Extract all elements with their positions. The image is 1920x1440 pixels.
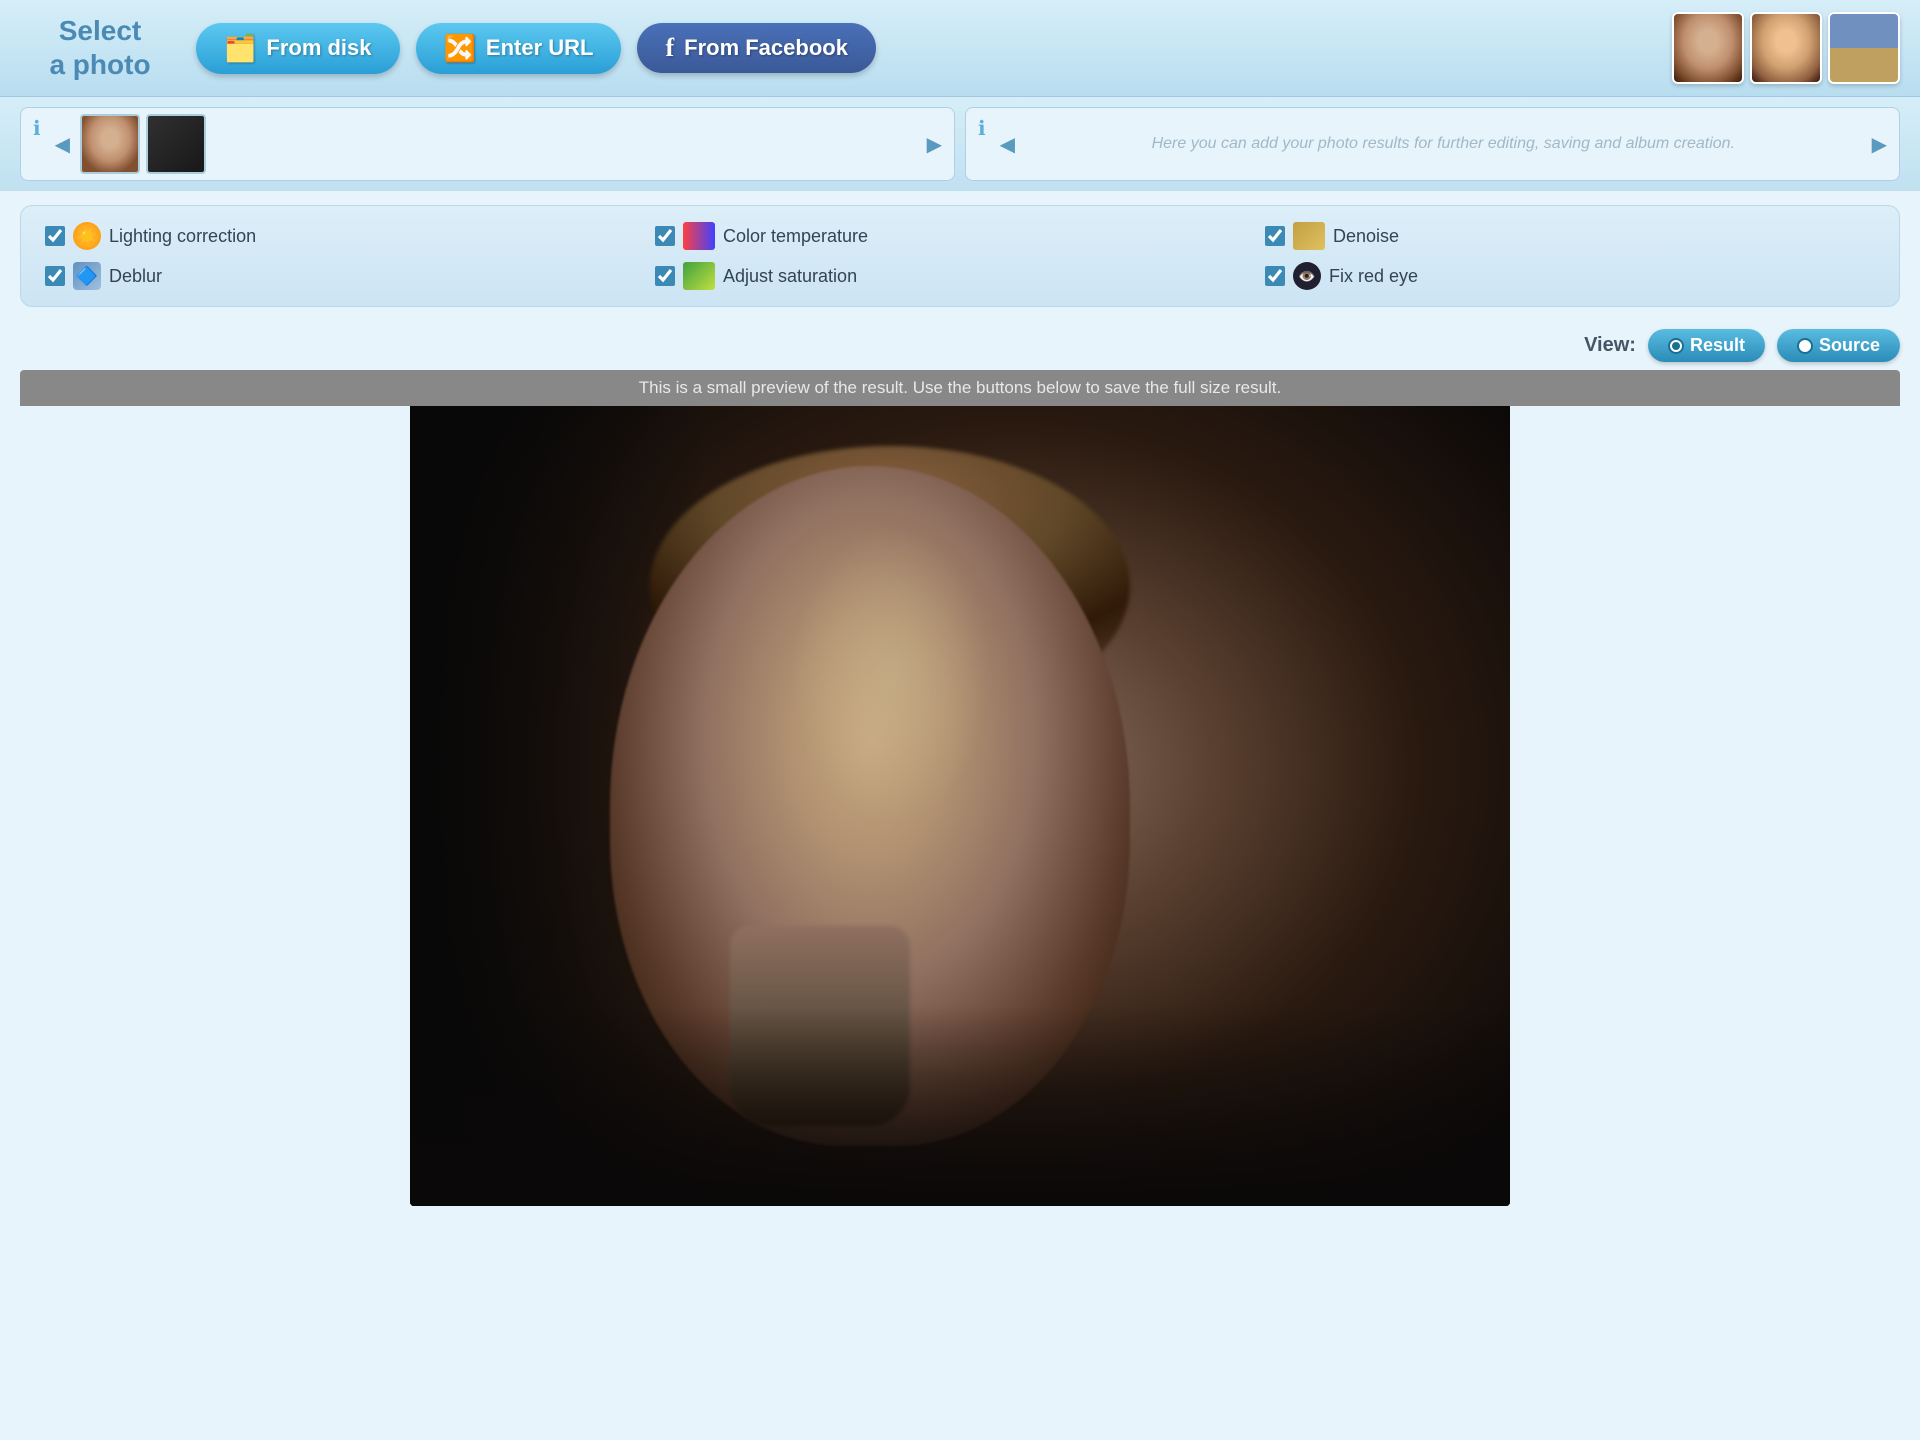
panels-row: ℹ ◀ ▶ ℹ ◀ Here you can add your photo re…	[0, 97, 1920, 191]
filter-lighting-checkbox[interactable]	[45, 226, 65, 246]
filter-redeye-label: Fix red eye	[1329, 266, 1418, 287]
filter-denoise-checkbox[interactable]	[1265, 226, 1285, 246]
source-next-button[interactable]: ▶	[923, 128, 946, 161]
source-info-icon: ℹ	[29, 114, 45, 143]
sample-thumb-man[interactable]	[1750, 12, 1822, 84]
filter-lighting-label: Lighting correction	[109, 226, 256, 247]
filter-denoise-label: Denoise	[1333, 226, 1399, 247]
filter-deblur-checkbox[interactable]	[45, 266, 65, 286]
filter-denoise: Denoise	[1265, 222, 1875, 250]
filters-section: ☀️ Lighting correction Color temperature…	[20, 205, 1900, 307]
source-thumb-2[interactable]	[146, 114, 206, 174]
from-disk-label: From disk	[266, 35, 371, 61]
from-facebook-label: From Facebook	[684, 35, 848, 61]
select-line1: Select	[59, 15, 142, 46]
view-result-label: Result	[1690, 335, 1745, 356]
view-source-button[interactable]: Source	[1777, 329, 1900, 362]
filter-deblur-label: Deblur	[109, 266, 162, 287]
filter-lighting: ☀️ Lighting correction	[45, 222, 655, 250]
select-photo-label: Select a photo	[20, 14, 180, 81]
sample-thumbnails	[1672, 12, 1900, 84]
redeye-icon: 👁️	[1293, 262, 1321, 290]
source-thumb-1[interactable]	[80, 114, 140, 174]
result-radio-inner	[1672, 342, 1680, 350]
sample-thumb-boat[interactable]	[1828, 12, 1900, 84]
view-result-button[interactable]: Result	[1648, 329, 1765, 362]
denoise-icon	[1293, 222, 1325, 250]
filter-deblur: 🔷 Deblur	[45, 262, 655, 290]
saturation-icon	[683, 262, 715, 290]
filter-redeye-checkbox[interactable]	[1265, 266, 1285, 286]
select-line2: a photo	[49, 49, 150, 80]
result-radio-dot	[1668, 338, 1684, 354]
preview-image	[410, 406, 1510, 1206]
color-temp-icon	[683, 222, 715, 250]
filter-saturation: Adjust saturation	[655, 262, 1265, 290]
url-icon: 🔀	[444, 33, 476, 64]
results-next-button[interactable]: ▶	[1868, 128, 1891, 161]
results-info-icon: ℹ	[974, 114, 990, 143]
enter-url-button[interactable]: 🔀 Enter URL	[416, 23, 622, 74]
portrait-highlight	[790, 526, 990, 826]
top-bar: Select a photo 🗂️ From disk 🔀 Enter URL …	[0, 0, 1920, 97]
facebook-icon: f	[665, 33, 674, 63]
disk-icon: 🗂️	[224, 33, 256, 64]
deblur-icon: 🔷	[73, 262, 101, 290]
from-facebook-button[interactable]: f From Facebook	[637, 23, 875, 73]
filter-color-temp-label: Color temperature	[723, 226, 868, 247]
source-thumbs	[80, 114, 917, 174]
filter-saturation-checkbox[interactable]	[655, 266, 675, 286]
sample-thumb-woman[interactable]	[1672, 12, 1744, 84]
results-panel: ℹ ◀ Here you can add your photo results …	[965, 107, 1900, 181]
filter-color-temp: Color temperature	[655, 222, 1265, 250]
preview-notice: This is a small preview of the result. U…	[20, 370, 1900, 406]
lighting-icon: ☀️	[73, 222, 101, 250]
source-prev-button[interactable]: ◀	[51, 128, 74, 161]
filter-color-temp-checkbox[interactable]	[655, 226, 675, 246]
view-source-label: Source	[1819, 335, 1880, 356]
source-radio-dot	[1797, 338, 1813, 354]
enter-url-label: Enter URL	[486, 35, 594, 61]
view-control: View: Result Source	[0, 321, 1920, 370]
portrait-shadow-bottom	[410, 1006, 1510, 1206]
results-placeholder: Here you can add your photo results for …	[1025, 125, 1862, 163]
filters-row-1: ☀️ Lighting correction Color temperature…	[45, 222, 1875, 250]
filter-redeye: 👁️ Fix red eye	[1265, 262, 1875, 290]
source-panel: ℹ ◀ ▶	[20, 107, 955, 181]
from-disk-button[interactable]: 🗂️ From disk	[196, 23, 400, 74]
results-prev-button[interactable]: ◀	[996, 128, 1019, 161]
filters-row-2: 🔷 Deblur Adjust saturation 👁️ Fix red ey…	[45, 262, 1875, 290]
preview-area: This is a small preview of the result. U…	[20, 370, 1900, 1206]
view-label: View:	[1584, 334, 1636, 357]
filter-saturation-label: Adjust saturation	[723, 266, 857, 287]
